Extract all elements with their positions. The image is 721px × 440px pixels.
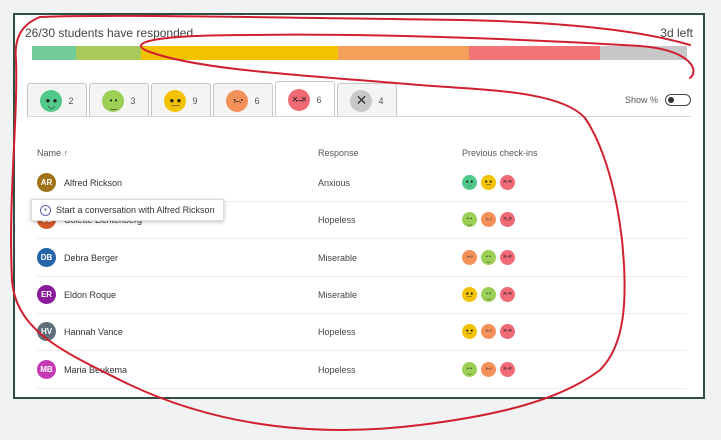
bar-segment-calm bbox=[75, 46, 142, 60]
tab-count: 4 bbox=[378, 95, 384, 106]
neutral-face-icon: ● ● — bbox=[481, 175, 496, 190]
sad-face-icon: ◔ ◔ ⌒ bbox=[226, 89, 249, 112]
calm-face-icon: • • ‿ bbox=[481, 286, 496, 302]
student-response: Miserable bbox=[318, 289, 358, 300]
tooltip-text: Start a conversation with Alfred Rickson bbox=[56, 205, 215, 215]
neutral-face-icon: ● ● — bbox=[462, 286, 477, 302]
angry-face-icon: ✕ ✕ ⌒ bbox=[500, 249, 515, 265]
column-header-name[interactable]: Name ↑ bbox=[37, 148, 68, 158]
previous-checkins: ● ● ◡ ● ● — ✕ ✕ ⌒ bbox=[462, 175, 515, 190]
tab-count: 2 bbox=[68, 95, 74, 106]
neutral-face-icon: ● ● — bbox=[164, 89, 187, 112]
angry-face-icon: ✕ ✕ ⌒ bbox=[288, 88, 311, 111]
student-row[interactable]: MB Maria Beukema Hopeless • • ‿ ◔ ◔ ⌒ ✕ ✕ ⌒ bbox=[37, 352, 687, 389]
student-row[interactable]: ER Eldon Roque Miserable ● ● — • • ‿ ✕ ✕ ⌒ bbox=[37, 277, 687, 314]
tab-count: 3 bbox=[130, 95, 136, 106]
time-left: 3d left bbox=[660, 26, 693, 40]
previous-checkins: ● ● — • • ‿ ✕ ✕ ⌒ bbox=[462, 286, 515, 302]
student-response: Miserable bbox=[318, 252, 358, 263]
neutral-face-icon: ● ● — bbox=[462, 324, 477, 340]
bar-segment-neutral bbox=[141, 46, 338, 60]
no-response-x-icon: ✕ bbox=[350, 89, 373, 112]
happy-face-icon: ● ● ◡ bbox=[40, 89, 63, 112]
previous-checkins: • • ‿ ◔ ◔ ⌒ ✕ ✕ ⌒ bbox=[462, 361, 515, 377]
sad-face-icon: ◔ ◔ ⌒ bbox=[481, 212, 496, 228]
student-response: Hopeless bbox=[318, 364, 356, 375]
tab-divider bbox=[27, 116, 691, 117]
tab-count: 6 bbox=[254, 95, 260, 106]
previous-checkins: ● ● — ◔ ◔ ⌒ ✕ ✕ ⌒ bbox=[462, 324, 515, 340]
angry-face-icon: ✕ ✕ ⌒ bbox=[500, 324, 515, 340]
student-name[interactable]: Alfred Rickson bbox=[64, 178, 122, 188]
tab-calm[interactable]: • • ‿ 3 bbox=[89, 83, 149, 117]
student-row[interactable]: DB Debra Berger Miserable ◔ ◔ ⌒ • • ‿ ✕ ✕ ⌒ bbox=[37, 240, 687, 277]
angry-face-icon: ✕ ✕ ⌒ bbox=[500, 212, 515, 228]
student-row[interactable]: HV Hannah Vance Hopeless ● ● — ◔ ◔ ⌒ ✕ ✕ ⌒ bbox=[37, 314, 687, 352]
avatar[interactable]: AR bbox=[37, 173, 56, 192]
tab-count: 6 bbox=[316, 94, 322, 105]
bar-segment-angry bbox=[468, 46, 600, 60]
calm-face-icon: • • ‿ bbox=[102, 89, 125, 112]
sad-face-icon: ◔ ◔ ⌒ bbox=[481, 361, 496, 377]
previous-checkins: ◔ ◔ ⌒ • • ‿ ✕ ✕ ⌒ bbox=[462, 249, 515, 265]
previous-checkins: • • ‿ ◔ ◔ ⌒ ✕ ✕ ⌒ bbox=[462, 212, 515, 228]
avatar[interactable]: MB bbox=[37, 359, 56, 379]
student-response: Hopeless bbox=[318, 327, 356, 338]
bar-segment-happy bbox=[32, 46, 76, 60]
student-name[interactable]: Eldon Roque bbox=[64, 290, 116, 300]
happy-face-icon: ● ● ◡ bbox=[462, 175, 477, 190]
tab-neutral[interactable]: ● ● — 9 bbox=[151, 83, 211, 117]
calm-face-icon: • • ‿ bbox=[481, 249, 496, 265]
angry-face-icon: ✕ ✕ ⌒ bbox=[500, 361, 515, 377]
student-name[interactable]: Maria Beukema bbox=[64, 365, 127, 375]
tab-angry[interactable]: ✕ ✕ ⌒ 6 bbox=[275, 81, 335, 117]
tab-count: 9 bbox=[192, 95, 198, 106]
angry-face-icon: ✕ ✕ ⌒ bbox=[500, 286, 515, 302]
sad-face-icon: ◔ ◔ ⌒ bbox=[481, 324, 496, 340]
student-row[interactable]: AR Alfred Rickson Anxious ● ● ◡ ● ● — ✕ ✕ ⌒ bbox=[37, 165, 687, 202]
sad-face-icon: ◔ ◔ ⌒ bbox=[462, 249, 477, 265]
avatar[interactable]: ER bbox=[37, 284, 56, 304]
bar-segment-no-response bbox=[599, 46, 687, 60]
student-response: Hopeless bbox=[318, 215, 356, 226]
column-header-response: Response bbox=[318, 148, 359, 158]
chat-icon: ● bbox=[40, 204, 51, 216]
column-header-previous: Previous check-ins bbox=[462, 148, 538, 158]
student-name[interactable]: Debra Berger bbox=[64, 253, 118, 263]
avatar[interactable]: HV bbox=[37, 322, 56, 342]
student-response: Anxious bbox=[318, 178, 351, 188]
calm-face-icon: • • ‿ bbox=[462, 361, 477, 377]
show-percent-toggle-group: Show % bbox=[625, 94, 691, 106]
avatar[interactable]: DB bbox=[37, 247, 56, 267]
show-percent-toggle[interactable] bbox=[665, 94, 691, 106]
calm-face-icon: • • ‿ bbox=[462, 212, 477, 228]
bar-segment-sad bbox=[337, 46, 469, 60]
show-percent-label: Show % bbox=[624, 95, 658, 105]
start-conversation-tooltip[interactable]: ● Start a conversation with Alfred Ricks… bbox=[31, 199, 224, 221]
response-distribution-bar bbox=[32, 46, 687, 60]
tab-x-icon[interactable]: ✕ 4 bbox=[337, 83, 397, 117]
tab-happy[interactable]: ● ● ◡ 2 bbox=[27, 83, 87, 117]
responded-count: 26/30 students have responded bbox=[25, 26, 194, 40]
student-name[interactable]: Hannah Vance bbox=[64, 327, 123, 337]
tab-sad[interactable]: ◔ ◔ ⌒ 6 bbox=[213, 83, 273, 117]
angry-face-icon: ✕ ✕ ⌒ bbox=[500, 175, 515, 190]
emotion-filter-tabs: ● ● ◡ 2 • • ‿ 3 ● ● —9 ◔ ◔ ⌒ 6 ✕ ✕ ⌒ 6 ✕ 4 bbox=[27, 81, 397, 117]
